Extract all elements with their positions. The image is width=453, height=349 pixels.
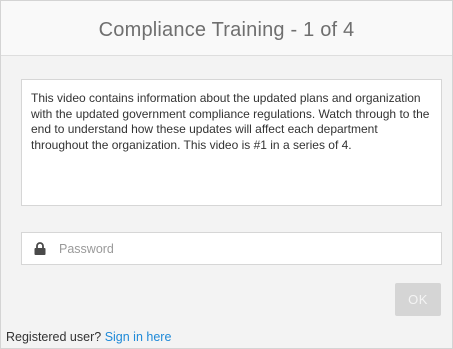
video-description-box: This video contains information about th…: [21, 79, 442, 206]
password-input[interactable]: [59, 234, 441, 263]
video-description: This video contains information about th…: [31, 91, 430, 152]
dialog-title: Compliance Training - 1 of 4: [98, 18, 355, 41]
registered-user-prompt: Registered user?: [6, 330, 102, 344]
footer: Registered user? Sign in here: [6, 330, 171, 344]
ok-button[interactable]: OK: [395, 283, 441, 316]
compliance-training-dialog: Compliance Training - 1 of 4 This video …: [0, 0, 453, 349]
password-field[interactable]: [21, 232, 442, 265]
lock-icon: [33, 242, 47, 256]
sign-in-link[interactable]: Sign in here: [105, 330, 172, 344]
dialog-header: Compliance Training - 1 of 4: [1, 1, 452, 56]
